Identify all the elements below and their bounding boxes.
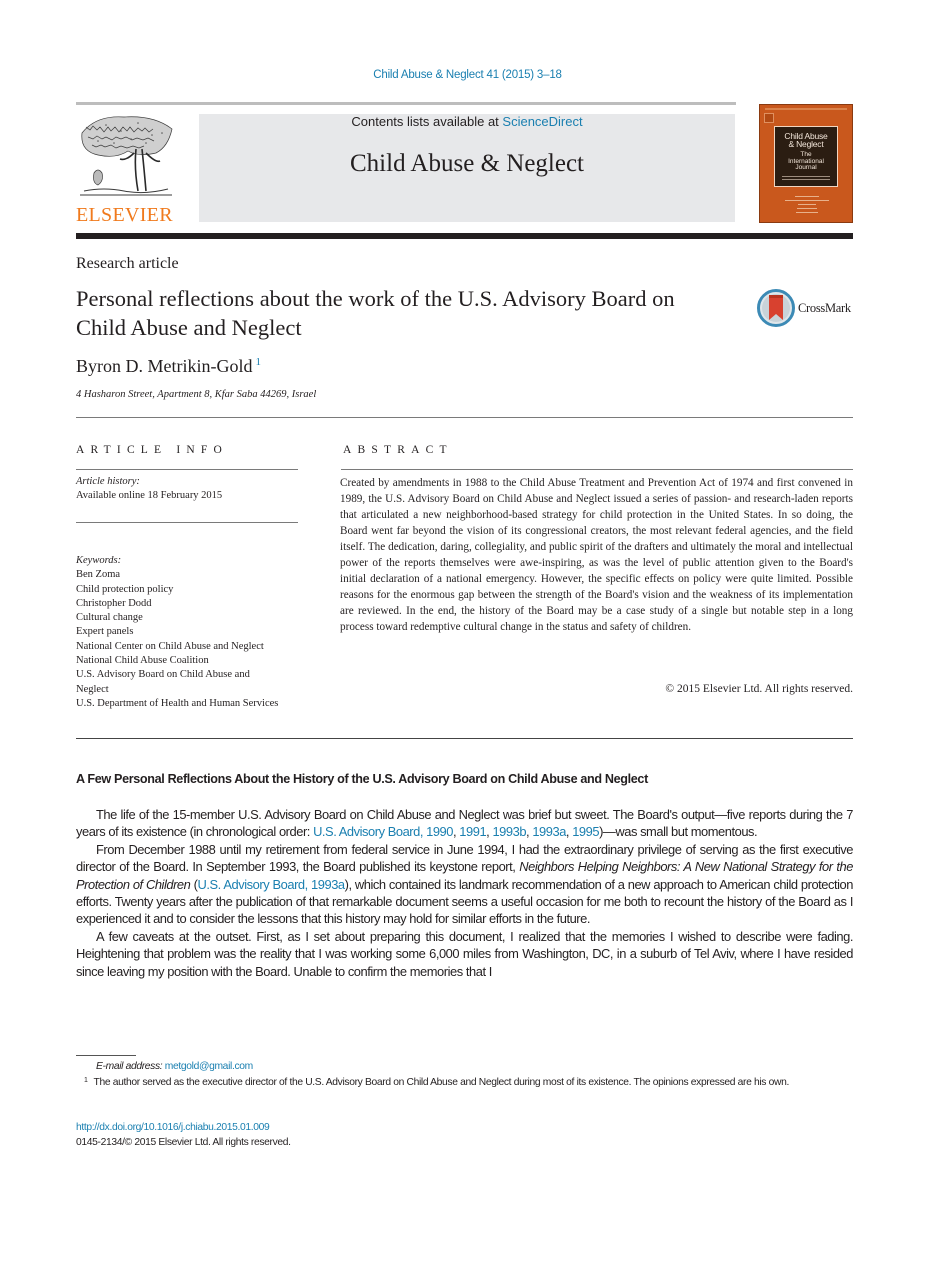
elsevier-wordmark: ELSEVIER <box>76 204 173 226</box>
reference-link[interactable]: U.S. Advisory Board, 1993a <box>198 877 346 892</box>
article-info-heading: ARTICLE INFO <box>76 444 228 456</box>
contents-prefix: Contents lists available at <box>351 114 503 129</box>
abstract-text: Created by amendments in 1988 to the Chi… <box>340 477 853 633</box>
keyword-item: Cultural change <box>76 612 143 624</box>
article-history-label: Article history: <box>76 476 140 487</box>
body-paragraph-3: A few caveats at the outset. First, as I… <box>76 928 853 979</box>
cover-subtitle-line3: Journal <box>795 164 817 171</box>
cover-fine-print <box>782 175 830 180</box>
article-title: Personal reflections about the work of t… <box>76 286 675 340</box>
footnote-1-marker: 1 <box>84 1077 88 1085</box>
keyword-item: U.S. Department of Health and Human Serv… <box>76 697 279 709</box>
author-name: Byron D. Metrikin-Gold 1 <box>76 356 261 377</box>
paragraph-text: )—was small but momentous. <box>599 824 758 840</box>
reference-link[interactable]: U.S. Advisory Board, 1990 <box>313 824 453 839</box>
footnote-1-text: The author served as the executive direc… <box>93 1077 790 1089</box>
cover-header-band <box>765 108 847 110</box>
header-thick-rule <box>76 233 853 239</box>
keyword-item: Expert panels <box>76 626 134 638</box>
article-history-value: Available online 18 February 2015 <box>76 490 223 502</box>
keywords-list: Keywords: Ben Zoma Child protection poli… <box>76 554 301 711</box>
article-history: Article history: Available online 18 Feb… <box>76 475 222 504</box>
cover-editor-lines <box>782 193 832 213</box>
section-heading: A Few Personal Reflections About the His… <box>76 772 648 786</box>
keyword-item: Child protection policy <box>76 583 174 595</box>
email-label: E-mail address: <box>96 1061 163 1072</box>
journal-cover-thumbnail[interactable]: Child Abuse & Neglect The International Jou… <box>759 104 853 223</box>
journal-banner: Contents lists available at ScienceDirec… <box>199 114 735 222</box>
abstract-heading: ABSTRACT <box>343 444 453 456</box>
reference-link[interactable]: 1995 <box>572 824 599 839</box>
reference-link[interactable]: 1993a <box>532 824 566 839</box>
footnote-1: 1 The author served as the executive dire… <box>76 1074 853 1090</box>
contents-available-line: Contents lists available at ScienceDirec… <box>199 114 735 129</box>
sciencedirect-link[interactable]: ScienceDirect <box>502 114 582 129</box>
email-footnote: E-mail address: metgold@gmail.com <box>76 1060 853 1074</box>
cover-title-panel: Child Abuse & Neglect The International Jou… <box>774 126 838 187</box>
front-matter-divider <box>76 738 853 739</box>
keyword-item: Ben Zoma <box>76 569 121 581</box>
doi-block: http://dx.doi.org/10.1016/j.chiabu.2015.… <box>76 1121 291 1150</box>
body-paragraph-1: The life of the 15-member U.S. Advisory … <box>76 807 853 840</box>
tree-icon <box>80 116 173 196</box>
keywords-label: Keywords: <box>76 555 122 566</box>
reference-link[interactable]: 1993b <box>492 824 526 839</box>
keyword-item: National Child Abuse Coalition <box>76 655 209 667</box>
article-info-divider-top <box>76 469 298 470</box>
keyword-item: National Center on Child Abuse and Negle… <box>76 640 264 652</box>
doi-link[interactable]: http://dx.doi.org/10.1016/j.chiabu.2015.… <box>76 1122 270 1133</box>
keyword-item: U.S. Advisory Board on Child Abuse and N… <box>76 669 250 695</box>
reference-link[interactable]: 1991 <box>459 824 486 839</box>
keyword-item: Christopher Dodd <box>76 597 152 609</box>
abstract-copyright: © 2015 Elsevier Ltd. All rights reserved… <box>665 683 853 695</box>
email-link[interactable]: metgold@gmail.com <box>165 1061 253 1072</box>
body-paragraph-2: From December 1988 until my retirement f… <box>76 841 853 928</box>
crossmark-label: CrossMark <box>798 300 851 315</box>
article-info-divider-mid <box>76 522 298 523</box>
cover-title-line2: & Neglect <box>788 139 824 149</box>
paragraph-text: ( <box>190 876 198 892</box>
crossmark-icon <box>757 289 795 327</box>
cover-publisher-logo-icon <box>764 113 774 123</box>
crossmark-button[interactable]: CrossMark <box>757 289 851 327</box>
header-top-rule <box>76 102 736 105</box>
abstract-divider <box>341 469 853 470</box>
affiliation-divider <box>76 417 853 418</box>
article-type: Research article <box>76 255 179 272</box>
author-name-text: Byron D. Metrikin-Gold <box>76 356 253 376</box>
journal-citation-link[interactable]: Child Abuse & Neglect 41 (2015) 3–18 <box>0 69 935 81</box>
author-footnote-link[interactable]: 1 <box>255 356 261 368</box>
issn-copyright: 0145-2134/© 2015 Elsevier Ltd. All right… <box>76 1136 291 1148</box>
article-body: The life of the 15-member U.S. Advisory … <box>76 806 853 980</box>
journal-name[interactable]: Child Abuse & Neglect <box>199 150 735 178</box>
author-affiliation: 4 Hasharon Street, Apartment 8, Kfar Sab… <box>76 389 317 400</box>
footnotes: E-mail address: metgold@gmail.com 1 The a… <box>76 1060 853 1091</box>
footnote-divider <box>76 1055 136 1056</box>
